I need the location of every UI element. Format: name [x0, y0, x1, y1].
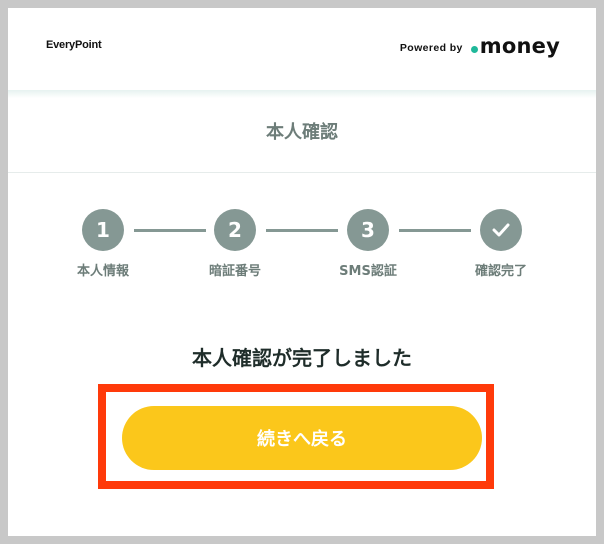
- title-divider: [8, 172, 596, 173]
- step-4: 確認完了: [461, 209, 541, 279]
- header-bar: EveryPoint Powered by money: [8, 8, 596, 90]
- money-dot-icon: [470, 45, 478, 53]
- powered-by-money: Powered by money: [400, 34, 560, 58]
- everypoint-logo: EveryPoint: [46, 39, 102, 51]
- step-number: 2: [214, 209, 256, 251]
- check-icon: [492, 223, 510, 237]
- step-label: 確認完了: [474, 264, 527, 279]
- step-number: 3: [347, 209, 389, 251]
- header-shadow: [8, 90, 596, 98]
- step-label: 本人情報: [76, 264, 129, 279]
- step-1: 1 本人情報: [63, 209, 143, 279]
- step-2: 2 暗証番号: [195, 209, 275, 279]
- screen-frame: EveryPoint Powered by money 本人確認 1 本人情報 …: [8, 8, 596, 536]
- powered-by-label: Powered by: [399, 42, 463, 54]
- step-number: 1: [82, 209, 124, 251]
- completion-message: 本人確認が完了しました: [192, 346, 412, 370]
- step-label: 暗証番号: [208, 264, 261, 279]
- step-complete: [480, 209, 522, 251]
- money-logo: money: [479, 34, 560, 58]
- back-button[interactable]: 続きへ戻る: [122, 406, 482, 470]
- page-title: 本人確認: [266, 122, 338, 143]
- step-3: 3 SMS認証: [328, 209, 408, 279]
- step-label: SMS認証: [339, 264, 397, 279]
